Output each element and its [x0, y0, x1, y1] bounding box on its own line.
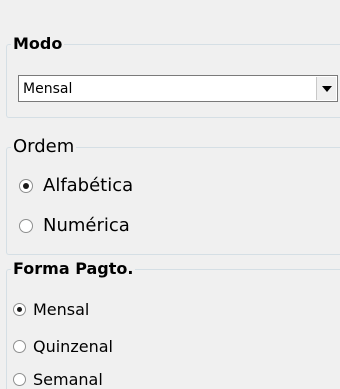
radio-semanal-label: Semanal [33, 370, 103, 389]
ordem-legend: Ordem [11, 135, 77, 159]
radio-alfabetica[interactable]: Alfabética [19, 175, 133, 196]
radio-circle-icon [13, 373, 26, 386]
radio-circle-icon [19, 218, 33, 233]
radio-circle-icon [13, 303, 26, 316]
modo-select-value: Mensal [23, 81, 73, 97]
radio-dot-icon [17, 307, 22, 312]
modo-groupbox: Modo Mensal [6, 34, 340, 118]
radio-mensal-label: Mensal [33, 300, 90, 319]
radio-circle-icon [13, 340, 26, 353]
radio-quinzenal-label: Quinzenal [33, 337, 113, 356]
radio-quinzenal[interactable]: Quinzenal [13, 337, 113, 356]
modo-select[interactable]: Mensal [18, 75, 338, 102]
radio-numerica[interactable]: Numérica [19, 215, 130, 236]
chevron-down-icon [322, 86, 332, 92]
radio-numerica-label: Numérica [43, 215, 130, 236]
radio-alfabetica-label: Alfabética [43, 175, 134, 196]
ordem-groupbox: Ordem Alfabética Numérica [6, 135, 340, 255]
forma-pagto-groupbox: Forma Pagto. Mensal Quinzenal Semanal [6, 259, 340, 389]
radio-circle-icon [19, 178, 33, 193]
radio-dot-icon [23, 182, 29, 189]
options-panel: Modo Mensal Ordem Alfabética Numérica Fo… [0, 0, 340, 389]
modo-dropdown-button[interactable] [316, 77, 336, 100]
radio-semanal[interactable]: Semanal [13, 370, 103, 389]
forma-pagto-legend: Forma Pagto. [11, 259, 136, 279]
radio-mensal[interactable]: Mensal [13, 300, 89, 319]
modo-legend: Modo [11, 34, 65, 54]
